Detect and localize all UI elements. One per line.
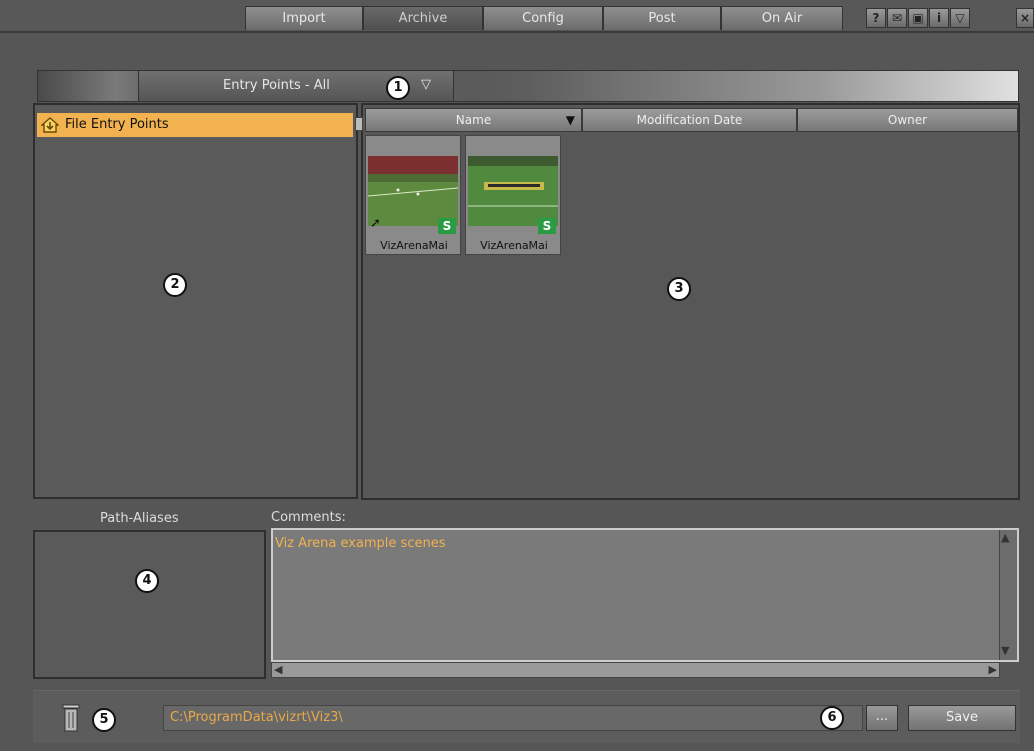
callout-6: 6 xyxy=(820,706,844,730)
item-label: VizArenaMai xyxy=(480,239,548,252)
close-icon[interactable]: × xyxy=(1016,8,1034,28)
list-item[interactable]: ➚ S VizArenaMai xyxy=(365,135,461,255)
tree-item-label: File Entry Points xyxy=(65,117,169,132)
comments-text: Viz Arena example scenes xyxy=(275,536,446,551)
entry-points-label: Entry Points - All xyxy=(223,78,330,93)
callout-1: 1 xyxy=(386,76,410,100)
sort-down-icon[interactable]: ▼ xyxy=(566,109,575,131)
help-icon[interactable]: ? xyxy=(866,8,886,28)
mail-icon[interactable]: ✉ xyxy=(887,8,907,28)
scroll-right-icon[interactable]: ▶ xyxy=(989,663,997,676)
tab-import[interactable]: Import xyxy=(245,6,363,30)
path-aliases-title: Path-Aliases xyxy=(100,511,179,526)
browse-button[interactable]: ... xyxy=(866,705,898,731)
chevron-down-icon: ▽ xyxy=(421,77,431,92)
horizontal-scrollbar[interactable]: ◀ ▶ xyxy=(271,662,1000,678)
comments-label: Comments: xyxy=(271,510,346,525)
column-header-name[interactable]: Name ▼ xyxy=(365,108,582,132)
top-divider xyxy=(0,31,1034,33)
trash-icon[interactable] xyxy=(60,703,82,733)
column-name-label: Name xyxy=(455,113,492,127)
scroll-left-icon[interactable]: ◀ xyxy=(274,663,282,676)
entry-points-tree[interactable]: File Entry Points 2 xyxy=(33,103,358,499)
scene-badge: S xyxy=(538,218,556,234)
column-header-owner[interactable]: Owner xyxy=(797,108,1018,132)
dropdown-icon[interactable]: ▽ xyxy=(950,8,970,28)
scroll-up-icon[interactable]: ▲ xyxy=(1001,531,1009,544)
tab-config[interactable]: Config xyxy=(483,6,603,30)
comments-textarea[interactable]: Viz Arena example scenes ▲ ▼ xyxy=(271,528,1019,662)
info-icon[interactable]: i xyxy=(929,8,949,28)
vertical-scrollbar[interactable]: ▲ ▼ xyxy=(999,530,1017,660)
column-header-modification-date[interactable]: Modification Date xyxy=(582,108,797,132)
item-label: VizArenaMai xyxy=(380,239,448,252)
path-aliases-list[interactable]: 4 xyxy=(33,530,266,679)
callout-4: 4 xyxy=(135,569,159,593)
window-icon[interactable]: ▣ xyxy=(908,8,928,28)
tab-on-air[interactable]: On Air xyxy=(721,6,843,30)
callout-2: 2 xyxy=(163,273,187,297)
shortcut-arrow-icon: ➚ xyxy=(370,216,381,231)
scroll-down-icon[interactable]: ▼ xyxy=(1001,644,1009,657)
path-field[interactable]: C:\ProgramData\vizrt\Viz3\ xyxy=(163,705,863,731)
tree-item-file-entry-points[interactable]: File Entry Points xyxy=(37,113,353,137)
scene-thumbnail xyxy=(367,156,459,226)
tab-post[interactable]: Post xyxy=(603,6,721,30)
splitter-handle[interactable] xyxy=(355,117,363,131)
callout-5: 5 xyxy=(92,708,116,732)
scene-badge: S xyxy=(438,218,456,234)
save-button[interactable]: Save xyxy=(908,705,1016,731)
callout-3: 3 xyxy=(667,277,691,301)
tab-archive[interactable]: Archive xyxy=(363,6,483,30)
home-folder-icon xyxy=(40,116,60,134)
list-item[interactable]: S VizArenaMai xyxy=(465,135,561,255)
scene-thumbnail xyxy=(468,156,558,226)
file-browser[interactable]: Name ▼ Modification Date Owner ➚ S VizAr… xyxy=(355,103,1020,500)
